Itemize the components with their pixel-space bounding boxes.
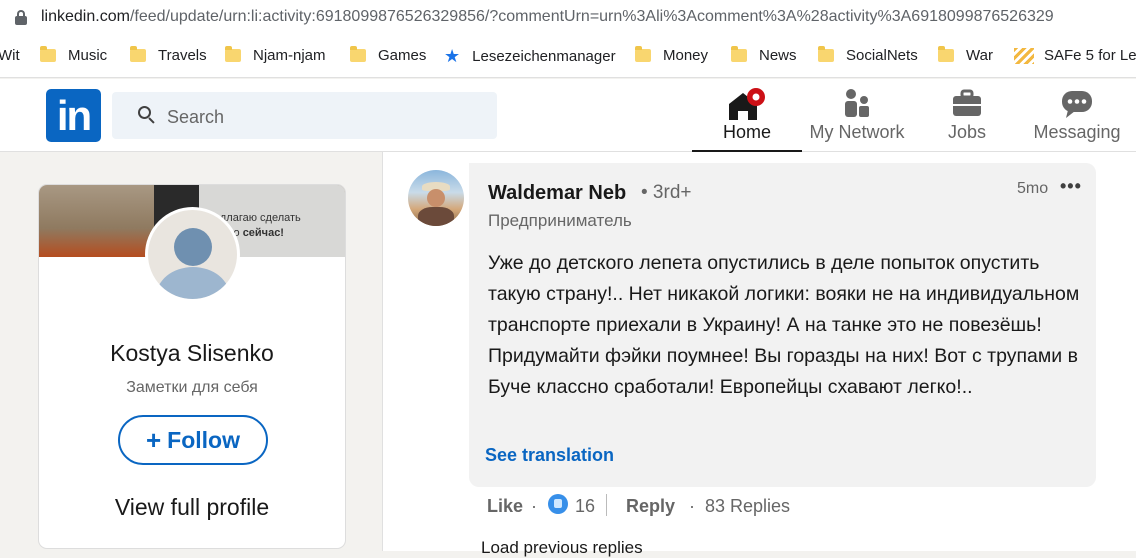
striped-icon bbox=[1014, 47, 1034, 64]
bookmark-money[interactable]: Money bbox=[635, 46, 708, 64]
plus-icon: + bbox=[145, 424, 162, 455]
nav-home-label: Home bbox=[722, 122, 771, 142]
bookmark-news[interactable]: News bbox=[731, 46, 797, 64]
like-button[interactable]: Like bbox=[487, 496, 523, 517]
linkedin-header: in Search Home My Network Jobs Messaging bbox=[0, 79, 1136, 152]
comment-time: 5mo bbox=[1017, 180, 1049, 197]
nav-my-network-label: My Network bbox=[809, 122, 905, 142]
bookmark-lesezeichenmanager[interactable]: ★ Lesezeichenmanager bbox=[444, 47, 616, 65]
url-text[interactable]: linkedin.com/feed/update/urn:li:activity… bbox=[41, 8, 1054, 26]
folder-icon bbox=[818, 46, 834, 62]
briefcase-icon bbox=[951, 88, 983, 123]
profile-note: Заметки для себя bbox=[126, 379, 258, 396]
linkedin-logo-icon[interactable]: in bbox=[46, 89, 101, 142]
likes-count[interactable]: 16 bbox=[575, 496, 595, 517]
nav-messaging-label: Messaging bbox=[1033, 122, 1121, 142]
bookmark-socialnets[interactable]: SocialNets bbox=[818, 46, 918, 64]
replies-count-link[interactable]: 83 Replies bbox=[705, 496, 790, 517]
profile-card: едлагаю сделатьрямо сейчас! Kostya Slise… bbox=[38, 184, 346, 549]
avatar[interactable] bbox=[145, 207, 240, 302]
follow-button[interactable]: + Follow bbox=[118, 415, 268, 465]
see-translation-link[interactable]: See translation bbox=[485, 445, 614, 466]
more-options-icon[interactable]: ••• bbox=[1060, 176, 1082, 197]
nav-jobs[interactable]: Jobs bbox=[912, 79, 1022, 152]
bookmark-war[interactable]: War bbox=[938, 46, 993, 64]
lock-icon[interactable] bbox=[14, 10, 28, 26]
nav-messaging[interactable]: Messaging bbox=[1022, 79, 1132, 152]
comment-author-title: Предприниматель bbox=[488, 211, 632, 230]
nav-home[interactable]: Home bbox=[692, 79, 802, 152]
folder-icon bbox=[938, 46, 954, 62]
folder-icon bbox=[130, 46, 146, 62]
folder-icon bbox=[350, 46, 366, 62]
separator-dot: · bbox=[689, 496, 695, 516]
search-icon bbox=[138, 106, 155, 124]
comment-author-avatar[interactable] bbox=[408, 170, 464, 226]
divider bbox=[606, 494, 607, 516]
bookmark-games[interactable]: Games bbox=[350, 46, 426, 64]
search-input[interactable]: Search bbox=[112, 92, 497, 139]
bookmark-njam-njam[interactable]: Njam-njam bbox=[225, 46, 326, 64]
bookmarks-bar: Wit Music Travels Njam-njam Games ★ Lesez… bbox=[0, 36, 1136, 78]
bookmark-safe[interactable]: SAFe 5 for Lea bbox=[1014, 47, 1136, 64]
bookmark-travels[interactable]: Travels bbox=[130, 46, 207, 64]
view-full-profile-link[interactable]: View full profile bbox=[39, 494, 345, 521]
chat-icon bbox=[1060, 88, 1094, 125]
comment-text: Уже до детского лепета опустились в деле… bbox=[488, 252, 1080, 398]
nav-jobs-label: Jobs bbox=[947, 122, 987, 142]
connection-degree: • 3rd+ bbox=[641, 182, 692, 203]
nav-my-network[interactable]: My Network bbox=[802, 79, 912, 152]
folder-icon bbox=[225, 46, 241, 62]
network-icon bbox=[842, 88, 872, 123]
folder-icon bbox=[635, 46, 651, 62]
load-previous-replies-link[interactable]: Load previous replies bbox=[481, 538, 643, 558]
like-reaction-icon bbox=[548, 494, 568, 514]
star-icon: ★ bbox=[444, 46, 461, 66]
separator-dot: · bbox=[531, 496, 537, 516]
reply-button[interactable]: Reply bbox=[626, 496, 675, 517]
profile-name[interactable]: Kostya Slisenko bbox=[39, 340, 345, 367]
comment-author-name[interactable]: Waldemar Neb bbox=[488, 182, 626, 205]
bookmark-wit[interactable]: Wit bbox=[0, 47, 20, 64]
folder-icon bbox=[731, 46, 747, 62]
search-placeholder: Search bbox=[167, 107, 225, 127]
folder-icon bbox=[40, 46, 56, 62]
address-bar[interactable]: linkedin.com/feed/update/urn:li:activity… bbox=[0, 0, 1136, 36]
bookmark-music[interactable]: Music bbox=[40, 46, 107, 64]
